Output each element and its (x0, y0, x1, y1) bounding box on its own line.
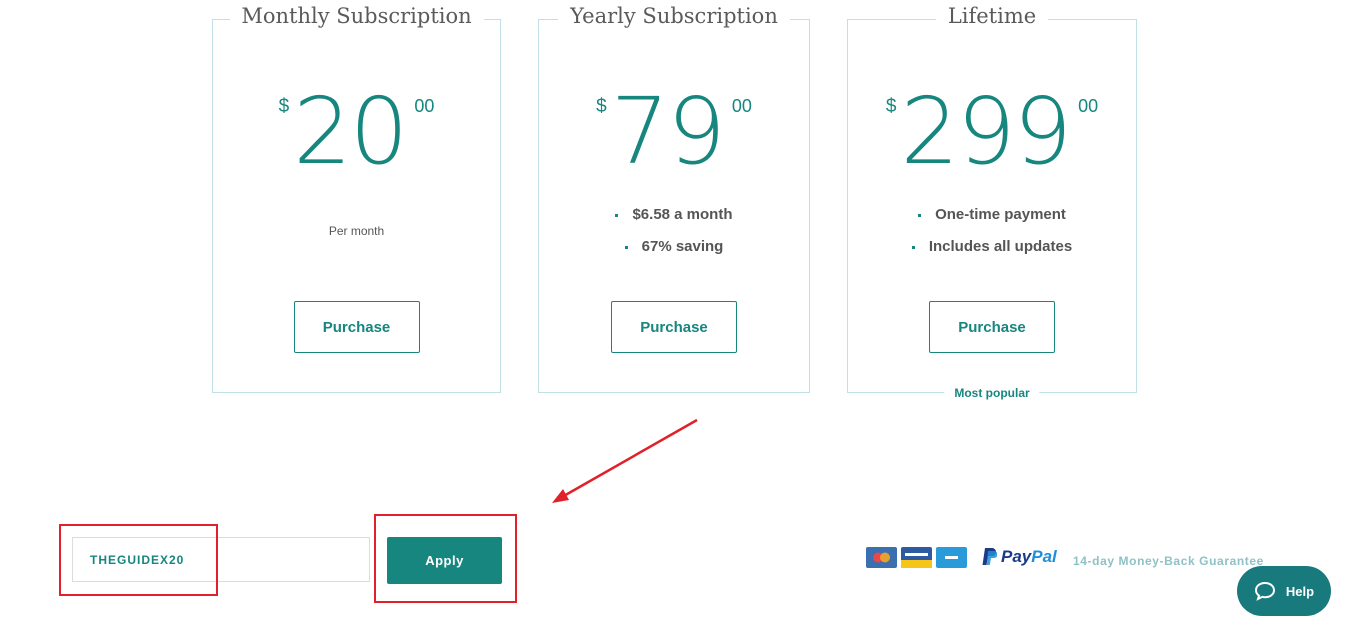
plan-title: Lifetime (935, 4, 1049, 28)
feature-text: $6.58 a month (632, 206, 733, 223)
bullet-icon (911, 245, 915, 249)
feature-item: 67% saving (539, 236, 809, 268)
paypal-logo: PayPal (981, 547, 1057, 567)
price-amount: 299 (900, 78, 1072, 185)
feature-list: One-time payment Includes all updates (848, 204, 1136, 268)
price-cents: 00 (414, 96, 435, 116)
plan-title: Monthly Subscription (229, 4, 484, 28)
feature-item: Includes all updates (848, 236, 1136, 268)
price: $ 79 00 (539, 82, 809, 182)
price-cents: 00 (1078, 96, 1099, 116)
paypal-text: PayPal (1001, 547, 1057, 566)
purchase-button-monthly[interactable]: Purchase (293, 301, 420, 353)
plan-card-monthly: Monthly Subscription $ 20 00 Per month P… (212, 4, 501, 393)
most-popular-badge: Most popular (944, 386, 1040, 400)
price-currency: $ (596, 96, 607, 117)
price-cents: 00 (731, 96, 752, 116)
feature-text: One-time payment (935, 206, 1066, 223)
feature-list: $6.58 a month 67% saving (539, 204, 809, 268)
price: $ 299 00 (848, 82, 1136, 182)
plan-card-lifetime: Lifetime $ 299 00 One-time payment Inclu… (847, 4, 1137, 400)
purchase-button-lifetime[interactable]: Purchase (929, 301, 1055, 353)
money-back-guarantee: 14-day Money-Back Guarantee (1073, 554, 1264, 568)
plan-description: Per month (328, 224, 385, 238)
paypal-icon (982, 548, 997, 565)
price-currency: $ (278, 96, 290, 117)
feature-item: $6.58 a month (539, 204, 809, 236)
price-amount: 20 (293, 78, 408, 185)
chat-bubble-icon (1254, 581, 1275, 601)
plan-card-yearly: Yearly Subscription $ 79 00 $6.58 a mont… (538, 4, 810, 393)
apply-highlight-box (374, 514, 517, 603)
annotation-arrow-icon (552, 418, 698, 503)
help-button[interactable]: Help (1237, 566, 1331, 616)
price-currency: $ (885, 96, 897, 117)
bullet-icon (615, 213, 619, 217)
bullet-icon (624, 245, 628, 249)
card-icon (901, 547, 932, 568)
plan-title: Yearly Subscription (558, 4, 790, 28)
purchase-button-yearly[interactable]: Purchase (611, 301, 737, 353)
bullet-icon (918, 213, 922, 217)
mastercard-icon (866, 547, 897, 568)
help-label: Help (1285, 583, 1315, 599)
card-icon (936, 547, 967, 568)
feature-text: 67% saving (641, 238, 724, 255)
coupon-highlight-box (59, 524, 218, 596)
price: $ 20 00 (213, 82, 500, 182)
feature-item: One-time payment (848, 204, 1136, 236)
feature-text: Includes all updates (928, 238, 1073, 255)
price-amount: 79 (610, 78, 726, 185)
